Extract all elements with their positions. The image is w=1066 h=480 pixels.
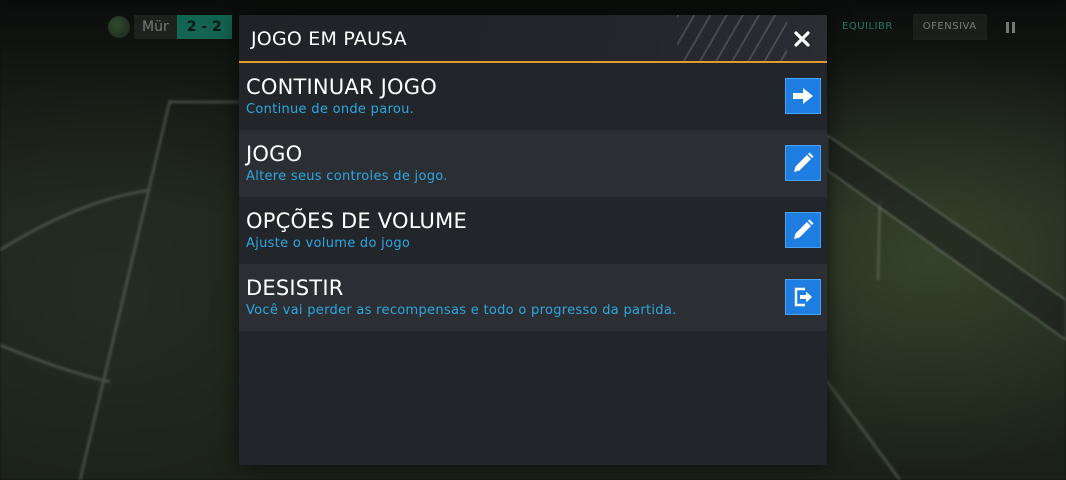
menu-item-controls[interactable]: JOGO Altere seus controles de jogo. (239, 130, 827, 197)
pencil-icon (794, 219, 814, 239)
score-display: 2 - 2 (176, 15, 232, 39)
menu-item-title: DESISTIR (246, 276, 344, 300)
menu-item-quit[interactable]: DESISTIR Você vai perder as recompensas … (239, 264, 827, 331)
team-label: Mür (134, 15, 177, 39)
edit-volume-button[interactable] (785, 212, 821, 248)
pause-dialog: JOGO EM PAUSA CONTINUAR JOGO Continue de… (239, 15, 827, 465)
menu-item-continue[interactable]: CONTINUAR JOGO Continue de onde parou. (239, 63, 827, 130)
menu-item-title: CONTINUAR JOGO (246, 75, 437, 99)
pause-icon[interactable] (997, 14, 1025, 40)
tactics-bar: EQUILIBR OFENSIVA (832, 14, 1025, 40)
menu-item-description: Você vai perder as recompensas e todo o … (246, 303, 677, 318)
arrow-right-icon (793, 88, 813, 104)
close-icon (794, 31, 810, 47)
close-button[interactable] (789, 26, 815, 52)
menu-item-title: OPÇÕES DE VOLUME (246, 209, 467, 233)
header-decoration (677, 15, 787, 61)
quit-button[interactable] (785, 279, 821, 315)
scoreboard: Mür 2 - 2 (108, 15, 232, 39)
exit-icon (794, 287, 812, 307)
dialog-header: JOGO EM PAUSA (239, 15, 827, 63)
menu-item-title: JOGO (246, 142, 303, 166)
team-crest-icon (108, 16, 130, 38)
tactic-offensive-button[interactable]: OFENSIVA (912, 14, 987, 40)
dialog-title: JOGO EM PAUSA (251, 28, 407, 50)
menu-item-description: Ajuste o volume do jogo (246, 236, 411, 251)
tactic-balanced-button[interactable]: EQUILIBR (832, 14, 903, 40)
pencil-icon (794, 152, 814, 172)
continue-button[interactable] (785, 78, 821, 114)
menu-item-volume[interactable]: OPÇÕES DE VOLUME Ajuste o volume do jogo (239, 197, 827, 264)
menu-item-description: Altere seus controles de jogo. (246, 169, 448, 184)
edit-controls-button[interactable] (785, 145, 821, 181)
menu-item-description: Continue de onde parou. (246, 102, 415, 117)
